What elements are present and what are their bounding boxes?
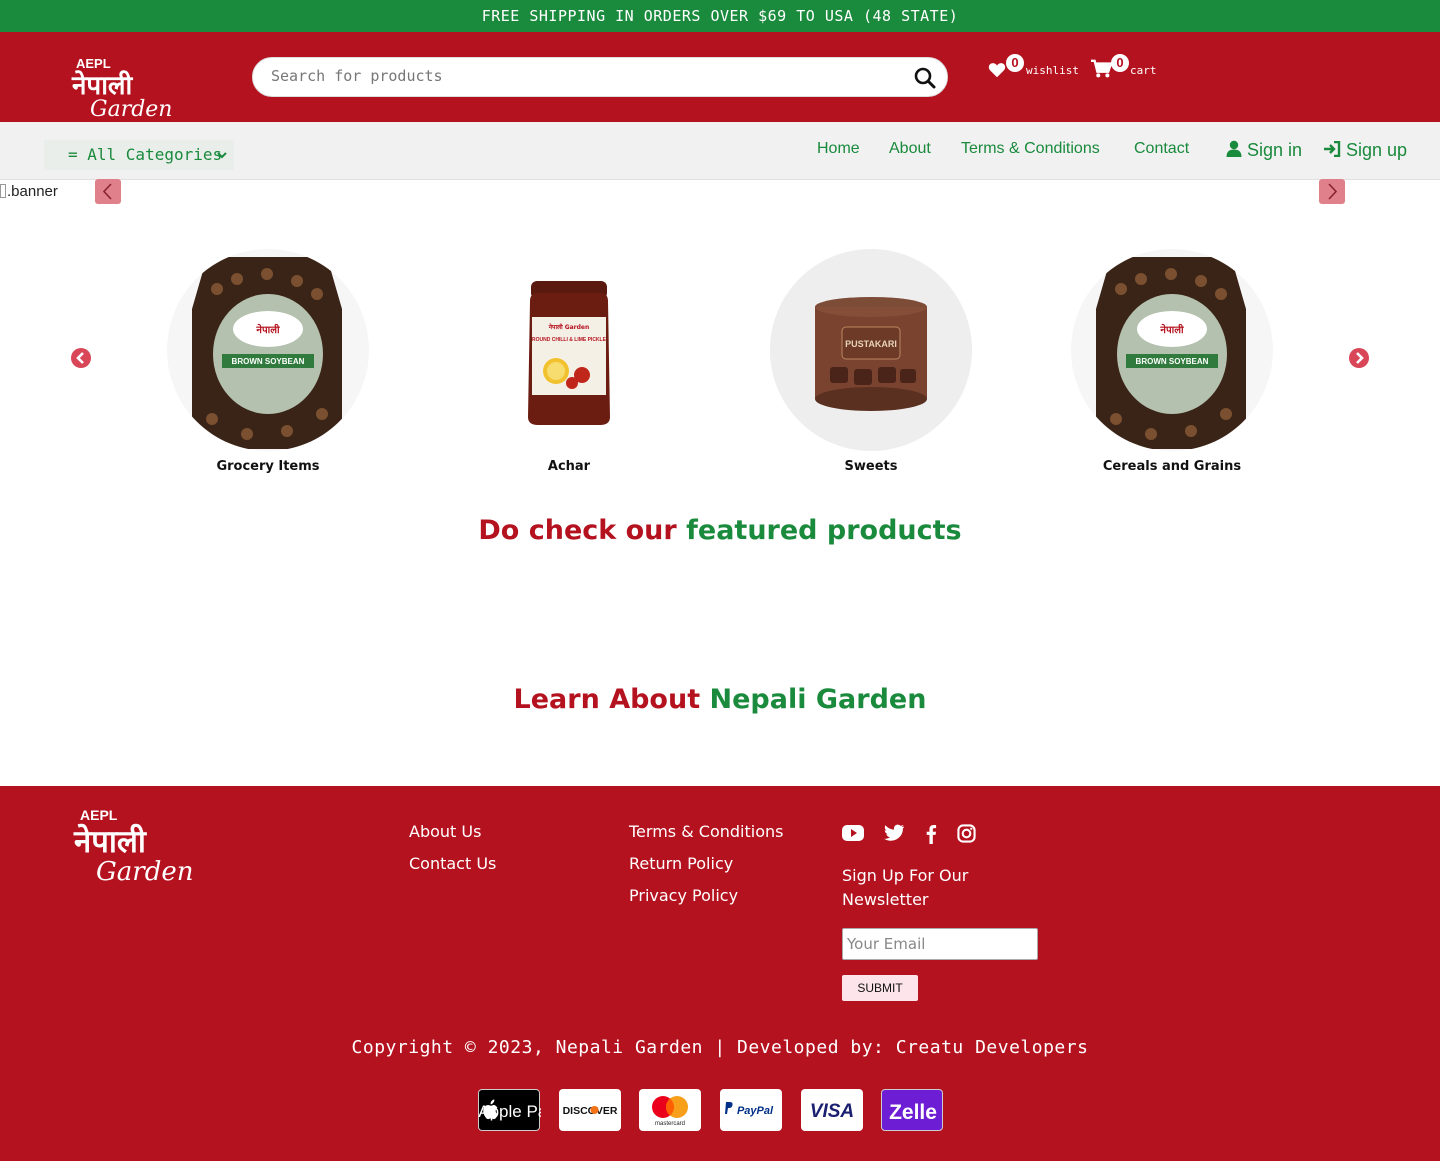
cart-label[interactable]: cart xyxy=(1130,64,1157,77)
category-name[interactable]: Achar xyxy=(468,459,670,474)
cart-link[interactable] xyxy=(1090,59,1113,84)
wishlist-link[interactable] xyxy=(988,62,1006,83)
paypal-badge: PayPal xyxy=(720,1089,782,1131)
wishlist-label[interactable]: wishlist xyxy=(1026,64,1079,77)
svg-text:BROWN SOYBEAN: BROWN SOYBEAN xyxy=(1136,357,1209,366)
category-name[interactable]: Grocery Items xyxy=(167,459,369,474)
discover-badge: DISCOVER xyxy=(559,1089,621,1131)
svg-text:BROWN SOYBEAN: BROWN SOYBEAN xyxy=(232,357,305,366)
free-shipping-banner: FREE SHIPPING IN ORDERS OVER $69 TO USA … xyxy=(0,0,1440,32)
svg-text:नेपाली: नेपाली xyxy=(73,823,147,860)
twitter-icon[interactable] xyxy=(884,824,905,842)
facebook-icon[interactable] xyxy=(925,824,937,844)
chevron-down-icon xyxy=(216,141,228,171)
category-image: नेपाली BROWN SOYBEAN xyxy=(167,249,369,451)
chevron-right-icon xyxy=(1328,183,1338,200)
category-select-value: = All Categories xyxy=(68,145,223,164)
banner-next-button[interactable] xyxy=(1319,179,1345,204)
svg-text:AEPL: AEPL xyxy=(80,807,118,823)
site-logo[interactable]: AEPL नेपाली Garden xyxy=(70,54,174,122)
search-icon[interactable] xyxy=(913,66,937,90)
svg-text:नेपाली: नेपाली xyxy=(255,323,280,336)
svg-text:नेपाली: नेपाली xyxy=(1159,323,1184,336)
chevron-left-icon xyxy=(76,352,84,364)
category-prev-button[interactable] xyxy=(71,348,91,368)
nav-terms[interactable]: Terms & Conditions xyxy=(961,140,1100,158)
svg-text:PayPal: PayPal xyxy=(737,1105,774,1117)
search-input[interactable] xyxy=(271,67,891,85)
nav-about[interactable]: About xyxy=(889,140,931,158)
nav-contact[interactable]: Contact xyxy=(1134,140,1189,158)
sign-up-label: Sign up xyxy=(1346,140,1408,160)
zelle-badge: Zelle xyxy=(881,1089,943,1131)
svg-text:Garden: Garden xyxy=(96,857,193,886)
svg-text:DISCOVER: DISCOVER xyxy=(563,1105,618,1117)
instagram-icon[interactable] xyxy=(957,824,976,843)
sign-in-arrow-icon xyxy=(1324,140,1341,158)
heart-icon xyxy=(988,63,1006,78)
sign-in-link[interactable]: Sign in xyxy=(1226,140,1302,161)
search-bar xyxy=(252,57,948,97)
logo-aepl: AEPL xyxy=(76,56,111,71)
footer-link-contact-us[interactable]: Contact Us xyxy=(409,854,496,873)
svg-text:VISA: VISA xyxy=(810,1101,854,1122)
category-next-button[interactable] xyxy=(1349,348,1369,368)
newsletter-email-input[interactable] xyxy=(842,928,1038,960)
svg-text:ROUND CHILLI & LIME PICKLE: ROUND CHILLI & LIME PICKLE xyxy=(532,337,607,343)
category-card-grocery[interactable]: नेपाली BROWN SOYBEAN Grocery Items xyxy=(167,249,369,474)
nav-home[interactable]: Home xyxy=(817,140,860,158)
category-card-cereals[interactable]: नेपाली BROWN SOYBEAN Cereals and Grains xyxy=(1071,249,1273,474)
broken-image-icon xyxy=(0,184,6,198)
footer-link-about-us[interactable]: About Us xyxy=(409,822,481,841)
navigation-bar: = All Categories Home About Terms & Cond… xyxy=(0,122,1440,180)
header: AEPL नेपाली Garden 0 wishlist 0 cart xyxy=(0,32,1440,122)
visa-badge: VISA xyxy=(801,1089,863,1131)
sign-in-label: Sign in xyxy=(1247,140,1303,160)
youtube-icon[interactable] xyxy=(842,824,864,842)
category-select[interactable]: = All Categories xyxy=(44,140,234,170)
category-image: PUSTAKARI xyxy=(770,249,972,451)
svg-text:mastercard: mastercard xyxy=(655,1121,685,1127)
footer: AEPL नेपाली Garden About Us Contact Us T… xyxy=(0,786,1440,1161)
svg-text:PUSTAKARI: PUSTAKARI xyxy=(845,339,897,349)
chevron-right-icon xyxy=(1356,352,1364,364)
svg-text:Zelle: Zelle xyxy=(889,1101,937,1124)
apple-pay-badge: Apple Pay xyxy=(478,1089,556,1131)
footer-link-privacy-policy[interactable]: Privacy Policy xyxy=(629,886,738,905)
banner-prev-button[interactable] xyxy=(95,179,121,204)
newsletter-title: Sign Up For Our Newsletter xyxy=(842,866,969,909)
category-image: नेपाली Garden ROUND CHILLI & LIME PICKLE xyxy=(468,249,670,451)
footer-link-terms[interactable]: Terms & Conditions xyxy=(629,822,783,841)
learn-about-heading: Learn About Nepali Garden xyxy=(513,684,927,715)
category-card-achar[interactable]: नेपाली Garden ROUND CHILLI & LIME PICKLE… xyxy=(468,249,670,474)
svg-text:नेपाली Garden: नेपाली Garden xyxy=(548,323,590,331)
footer-link-return-policy[interactable]: Return Policy xyxy=(629,854,733,873)
copyright-text: Copyright © 2023, Nepali Garden | Develo… xyxy=(351,1037,1089,1058)
banner-image: .banner xyxy=(0,183,58,200)
cart-icon xyxy=(1091,59,1113,78)
category-card-sweets[interactable]: PUSTAKARI Sweets xyxy=(770,249,972,474)
cart-count-badge: 0 xyxy=(1111,54,1129,72)
user-icon xyxy=(1226,140,1242,157)
banner-alt-text: .banner xyxy=(7,183,58,200)
category-name[interactable]: Cereals and Grains xyxy=(1071,459,1273,474)
category-name[interactable]: Sweets xyxy=(770,459,972,474)
wishlist-count-badge: 0 xyxy=(1006,54,1024,72)
svg-text:Apple Pay: Apple Pay xyxy=(479,1102,541,1121)
logo-garden: Garden xyxy=(90,97,172,122)
mastercard-badge: mastercard xyxy=(639,1089,701,1131)
chevron-left-icon xyxy=(102,183,112,200)
newsletter-submit-button[interactable]: SUBMIT xyxy=(842,975,918,1001)
footer-logo[interactable]: AEPL नेपाली Garden xyxy=(72,804,194,887)
category-image: नेपाली BROWN SOYBEAN xyxy=(1071,249,1273,451)
featured-products-heading: Do check our featured products xyxy=(478,515,962,546)
sign-up-link[interactable]: Sign up xyxy=(1323,140,1407,161)
